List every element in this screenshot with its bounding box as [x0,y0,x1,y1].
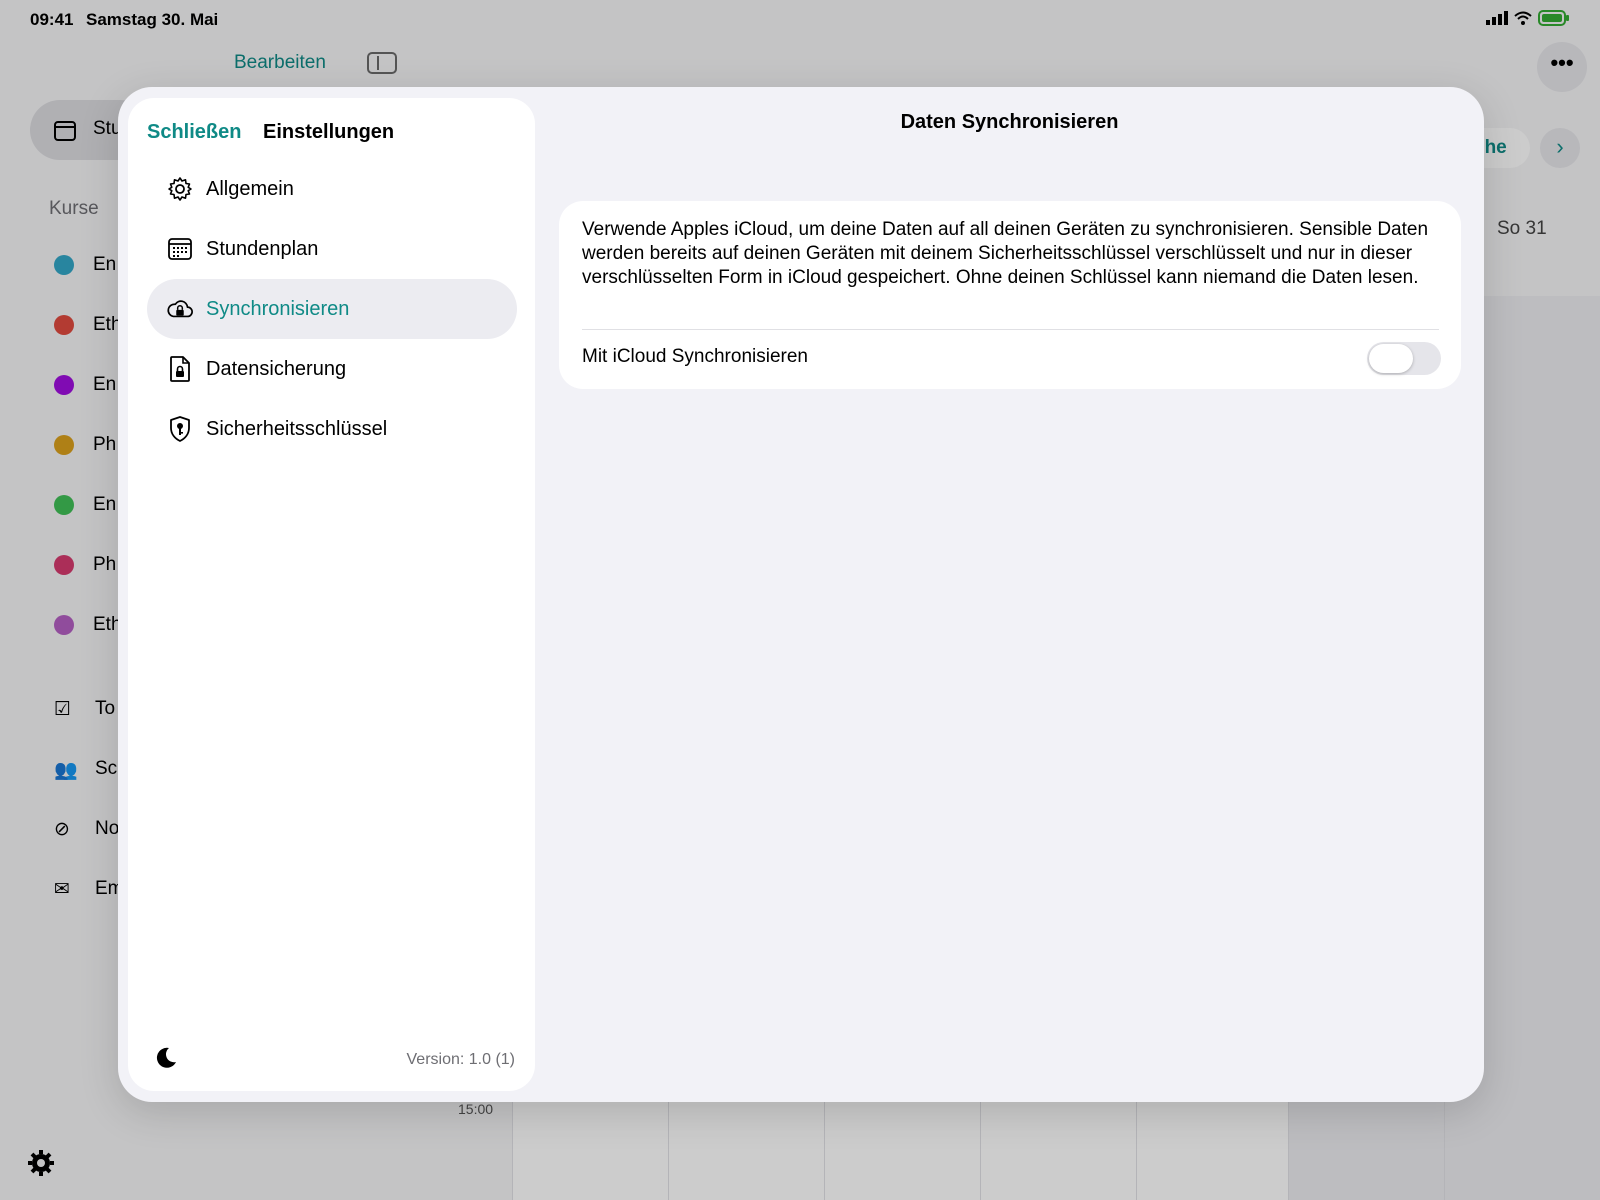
nav-item-label: Synchronisieren [206,297,350,320]
toggle-knob [1369,344,1413,373]
nav-item-sicherheitsschluessel[interactable]: Sicherheitsschlüssel [147,399,517,459]
close-button[interactable]: Schließen [147,121,241,144]
nav-item-label: Datensicherung [206,357,347,380]
sync-description: Verwende Apples iCloud, um deine Daten a… [582,219,1429,288]
cloud-lock-icon [166,295,194,323]
nav-item-datensicherung[interactable]: Datensicherung [147,339,517,399]
settings-modal: Schließen Einstellungen Allgemein Stunde… [118,87,1484,1102]
moon-icon[interactable] [154,1046,178,1070]
settings-title: Einstellungen [263,121,395,143]
nav-item-synchronisieren[interactable]: Synchronisieren [147,279,517,339]
divider [582,329,1439,330]
icloud-sync-label: Mit iCloud Synchronisieren [582,346,808,367]
gear-icon [166,175,194,203]
settings-nav: Allgemein Stundenplan Synchronisieren Da… [147,159,517,459]
version-label: Version: 1.0 (1) [406,1051,516,1068]
nav-item-label: Sicherheitsschlüssel [206,417,388,440]
shield-key-icon [166,415,194,443]
icloud-sync-toggle[interactable] [1367,342,1441,375]
sync-card: Verwende Apples iCloud, um deine Daten a… [559,201,1461,389]
document-lock-icon [166,355,194,383]
calendar-icon [166,235,194,263]
settings-sidebar: Schließen Einstellungen Allgemein Stunde… [128,98,535,1091]
nav-item-label: Allgemein [206,177,294,200]
nav-item-label: Stundenplan [206,237,319,260]
nav-item-allgemein[interactable]: Allgemein [147,159,517,219]
detail-title: Daten Synchronisieren [900,111,1119,133]
nav-item-stundenplan[interactable]: Stundenplan [147,219,517,279]
